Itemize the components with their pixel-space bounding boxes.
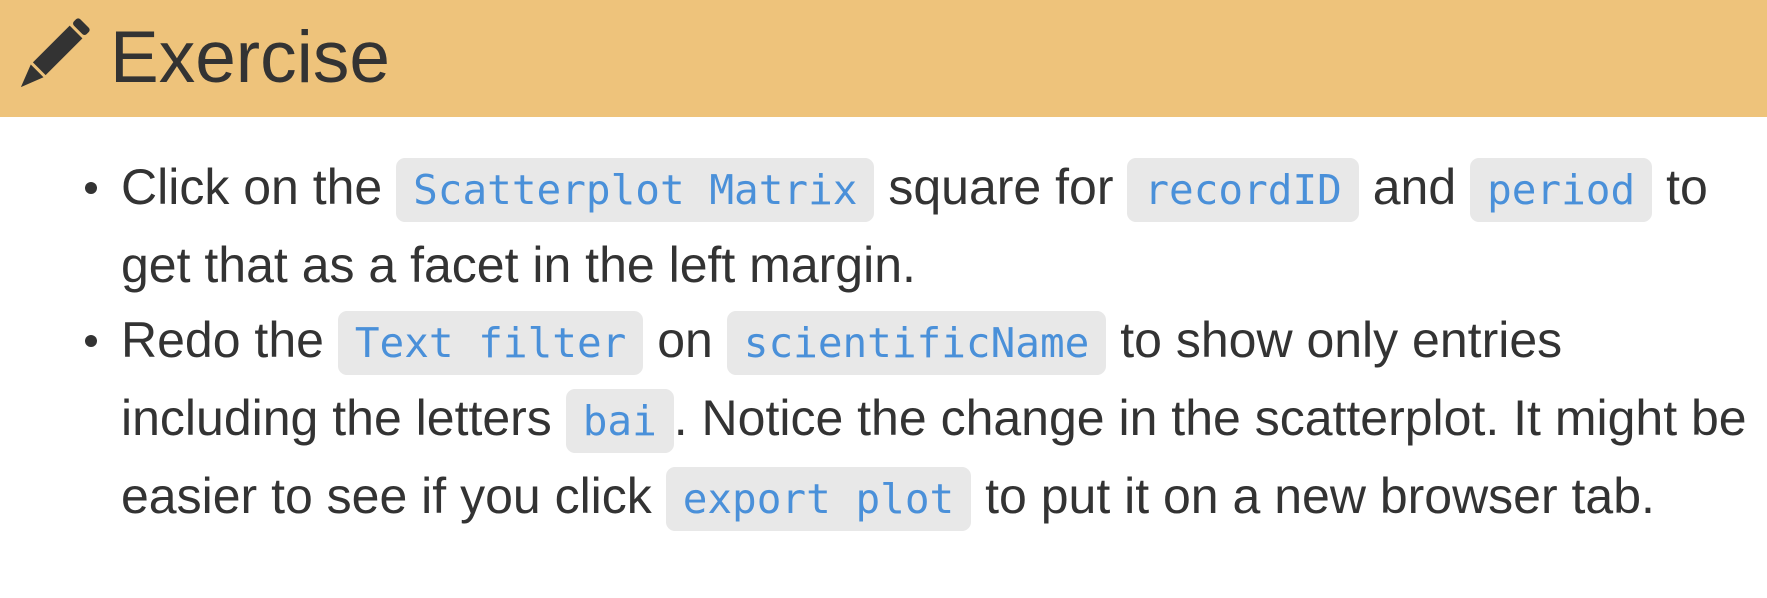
exercise-list: Click on the Scatterplot Matrix square f… [0, 150, 1767, 537]
code-bai: bai [565, 389, 674, 453]
code-scatterplot-matrix: Scatterplot Matrix [396, 158, 875, 222]
pencil-icon [20, 18, 90, 88]
item-text: Click on the [121, 159, 397, 215]
item-text: square for [874, 159, 1128, 215]
code-recordid: recordID [1127, 158, 1359, 222]
exercise-header: Exercise [0, 0, 1767, 117]
item-text: Redo the [121, 312, 338, 368]
code-scientificname: scientificName [726, 311, 1107, 375]
code-export-plot: export plot [665, 467, 972, 531]
item-text: and [1358, 159, 1471, 215]
code-text-filter: Text filter [337, 311, 644, 375]
list-item: Redo the Text filter on scientificName t… [0, 303, 1767, 537]
item-text: on [643, 312, 727, 368]
item-text: to put it on a new browser tab. [971, 468, 1655, 524]
list-item: Click on the Scatterplot Matrix square f… [0, 150, 1767, 303]
exercise-title: Exercise [110, 17, 390, 98]
code-period: period [1470, 158, 1653, 222]
